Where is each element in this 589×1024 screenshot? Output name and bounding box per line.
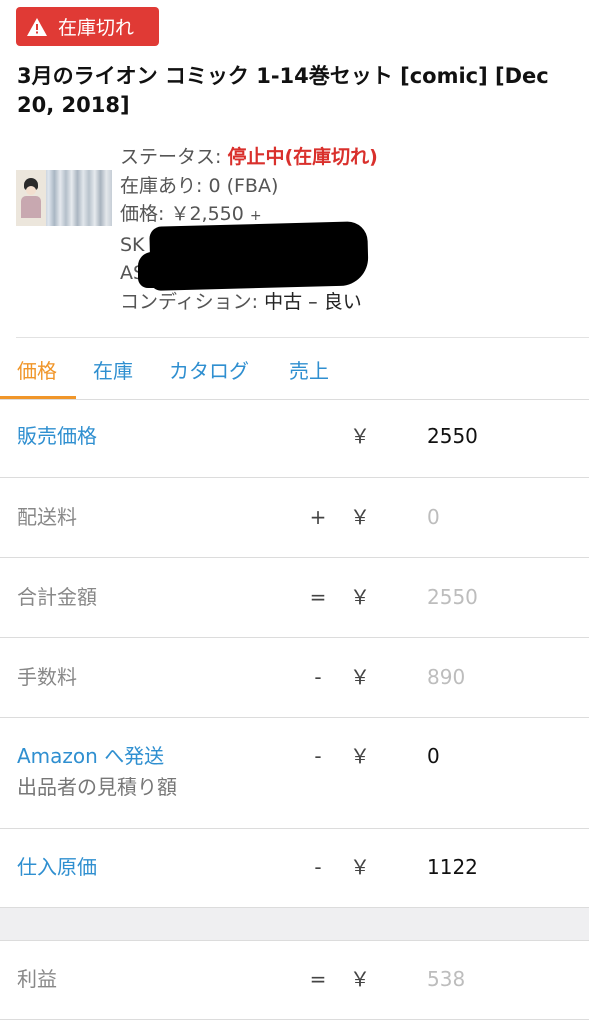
section-gap (0, 908, 589, 940)
profit-value: 538 (427, 967, 466, 991)
ship-to-amazon-label[interactable]: Amazon へ発送 (17, 741, 164, 771)
fee-label: 手数料 (17, 665, 77, 689)
equals-operator: = (309, 967, 327, 991)
stock-row: 在庫あり: 0 (FBA) (120, 172, 378, 201)
product-title: 3月のライオン コミック 1-14巻セット [comic] [Dec 20, 2… (17, 64, 549, 117)
product-thumbnail[interactable] (16, 170, 112, 226)
ship-to-amazon-input[interactable]: 0 (427, 741, 440, 771)
plus-operator: + (309, 505, 327, 529)
divider (0, 637, 589, 638)
shipping-label: 配送料 (17, 505, 77, 529)
divider (0, 1019, 589, 1020)
sale-price-input[interactable]: 2550 (427, 421, 478, 451)
yen-symbol: ￥ (350, 665, 370, 689)
sku-label: SK (120, 233, 145, 256)
out-of-stock-badge: 在庫切れ (16, 7, 159, 46)
warning-triangle-icon (27, 17, 47, 36)
condition-label: コンディション: (120, 290, 265, 313)
divider (0, 828, 589, 829)
tab-inventory[interactable]: 在庫 (93, 355, 133, 384)
condition-value: 中古 – 良い (264, 290, 362, 313)
badge-label: 在庫切れ (58, 17, 135, 39)
shipping-value: 0 (427, 505, 440, 529)
price-plus: + (249, 208, 262, 225)
condition-row: コンディション: 中古 – 良い (120, 288, 378, 317)
yen-symbol: ￥ (350, 585, 370, 609)
total-label: 合計金額 (17, 585, 97, 609)
equals-operator: = (309, 585, 327, 609)
status-value: 停止中(在庫切れ) (227, 146, 378, 168)
divider (0, 940, 589, 941)
tab-price[interactable]: 価格 (17, 355, 57, 384)
price-label: 価格: (120, 203, 171, 226)
cost-label[interactable]: 仕入原価 (17, 852, 97, 882)
cost-input[interactable]: 1122 (427, 852, 478, 882)
status-row: ステータス: 停止中(在庫切れ) (120, 143, 378, 172)
tab-catalog[interactable]: カタログ (169, 355, 249, 384)
yen-symbol: ￥ (350, 424, 370, 448)
minus-operator: - (314, 744, 322, 768)
divider (0, 557, 589, 558)
minus-operator: - (314, 665, 322, 689)
divider (0, 399, 589, 400)
yen-symbol: ￥ (350, 505, 370, 529)
profit-label: 利益 (17, 967, 57, 991)
price-value: ￥2,550 (170, 203, 244, 226)
fee-value: 890 (427, 665, 466, 689)
divider (0, 477, 589, 478)
stock-label: 在庫あり: (120, 174, 209, 197)
sale-price-label[interactable]: 販売価格 (17, 421, 97, 451)
tab-sales[interactable]: 売上 (289, 355, 329, 384)
status-label: ステータス: (120, 146, 228, 168)
minus-operator: - (314, 855, 322, 879)
tab-bar: 価格 在庫 カタログ 売上 (0, 338, 589, 400)
yen-symbol: ￥ (350, 855, 370, 879)
redaction-mark-2 (138, 252, 248, 288)
stock-value: 0 (FBA) (208, 174, 279, 197)
seller-estimate-label: 出品者の見積り額 (17, 775, 177, 799)
total-value: 2550 (427, 585, 478, 609)
yen-symbol: ￥ (350, 967, 370, 991)
yen-symbol: ￥ (350, 744, 370, 768)
divider (0, 717, 589, 718)
